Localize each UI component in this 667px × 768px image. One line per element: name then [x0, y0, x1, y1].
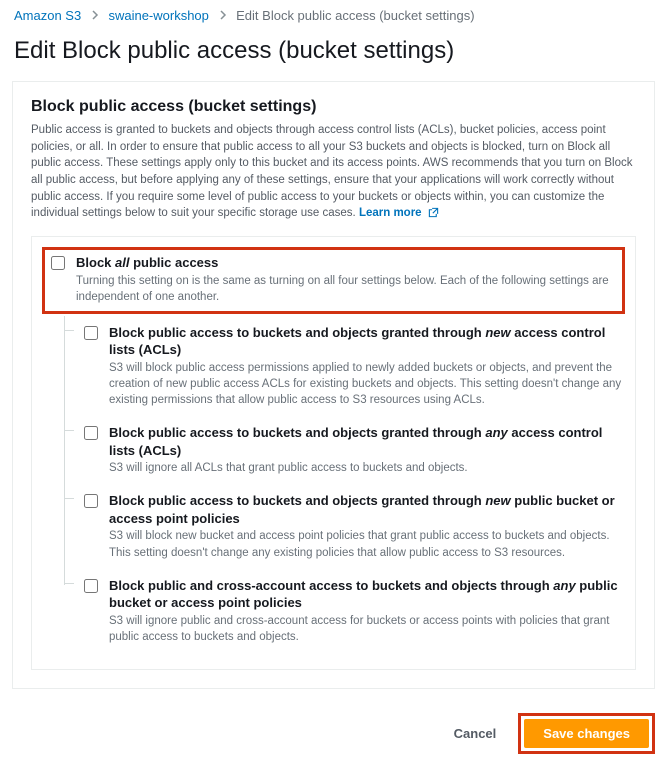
- save-changes-button[interactable]: Save changes: [524, 719, 649, 748]
- action-bar: Cancel Save changes: [0, 703, 667, 768]
- option-block-all-desc: Turning this setting on is the same as t…: [76, 273, 620, 305]
- panel-heading: Block public access (bucket settings): [31, 98, 636, 116]
- checkbox-new-acls[interactable]: [84, 326, 98, 340]
- checkbox-any-acls[interactable]: [84, 426, 98, 440]
- settings-box: Block all public access Turning this set…: [31, 236, 636, 670]
- option-any-acls: Block public access to buckets and objec…: [64, 420, 623, 488]
- cancel-button[interactable]: Cancel: [442, 720, 509, 747]
- option-any-policies-title: Block public and cross-account access to…: [109, 577, 623, 612]
- panel-description: Public access is granted to buckets and …: [31, 122, 636, 224]
- checkbox-new-policies[interactable]: [84, 494, 98, 508]
- option-any-acls-title: Block public access to buckets and objec…: [109, 424, 623, 459]
- checkbox-any-policies[interactable]: [84, 579, 98, 593]
- learn-more-link[interactable]: Learn more: [359, 207, 439, 219]
- settings-panel: Block public access (bucket settings) Pu…: [12, 81, 655, 689]
- chevron-right-icon: [91, 10, 99, 23]
- option-block-all-title: Block all public access: [76, 254, 620, 272]
- checkbox-block-all[interactable]: [51, 256, 65, 270]
- highlight-save: Save changes: [518, 713, 655, 754]
- option-new-policies-title: Block public access to buckets and objec…: [109, 492, 623, 527]
- highlight-block-all: Block all public access Turning this set…: [42, 247, 625, 314]
- option-new-acls-title: Block public access to buckets and objec…: [109, 324, 623, 359]
- breadcrumb-current: Edit Block public access (bucket setting…: [236, 8, 474, 23]
- option-new-acls: Block public access to buckets and objec…: [64, 320, 623, 420]
- chevron-right-icon: [219, 10, 227, 23]
- breadcrumb-root[interactable]: Amazon S3: [14, 8, 81, 23]
- option-block-all: Block all public access Turning this set…: [47, 252, 620, 309]
- breadcrumb-bucket[interactable]: swaine-workshop: [108, 8, 208, 23]
- option-any-policies-desc: S3 will ignore public and cross-account …: [109, 613, 623, 645]
- option-new-policies: Block public access to buckets and objec…: [64, 488, 623, 572]
- sub-options: Block public access to buckets and objec…: [64, 320, 623, 657]
- option-any-acls-desc: S3 will ignore all ACLs that grant publi…: [109, 460, 623, 476]
- breadcrumb: Amazon S3 swaine-workshop Edit Block pub…: [0, 0, 667, 27]
- page-title: Edit Block public access (bucket setting…: [14, 37, 653, 65]
- external-link-icon: [428, 207, 439, 224]
- option-any-policies: Block public and cross-account access to…: [64, 573, 623, 657]
- option-new-acls-desc: S3 will block public access permissions …: [109, 360, 623, 408]
- option-new-policies-desc: S3 will block new bucket and access poin…: [109, 528, 623, 560]
